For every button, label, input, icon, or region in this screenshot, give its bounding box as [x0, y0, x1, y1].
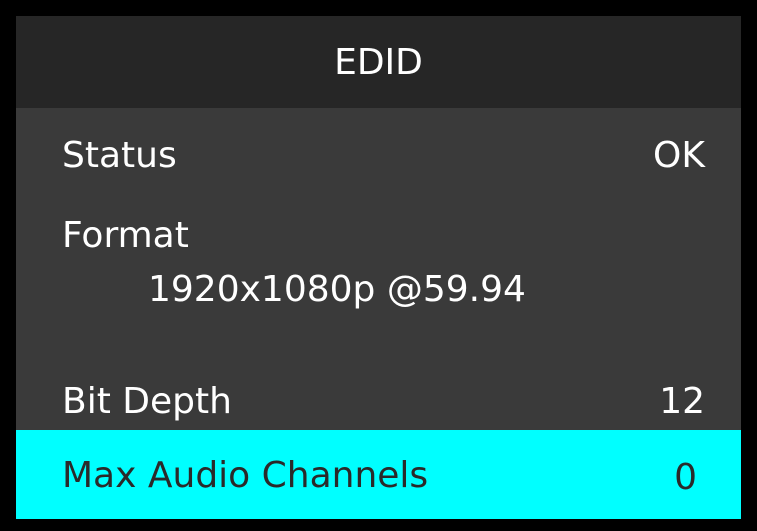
format-label: Format [62, 215, 189, 256]
bit-depth-value: 12 [659, 381, 705, 422]
bit-depth-label: Bit Depth [62, 381, 232, 422]
status-value: OK [653, 135, 705, 176]
status-label: Status [62, 135, 177, 176]
max-audio-channels-row[interactable]: Max Audio Channels 0 [16, 430, 741, 519]
edid-screen: EDID Status OK Format 1920x1080p @59.94 … [0, 0, 757, 531]
max-audio-channels-label: Max Audio Channels [62, 455, 429, 496]
max-audio-channels-value: 0 [674, 457, 697, 498]
format-value: 1920x1080p @59.94 [148, 269, 526, 310]
screen-title: EDID [16, 16, 741, 108]
